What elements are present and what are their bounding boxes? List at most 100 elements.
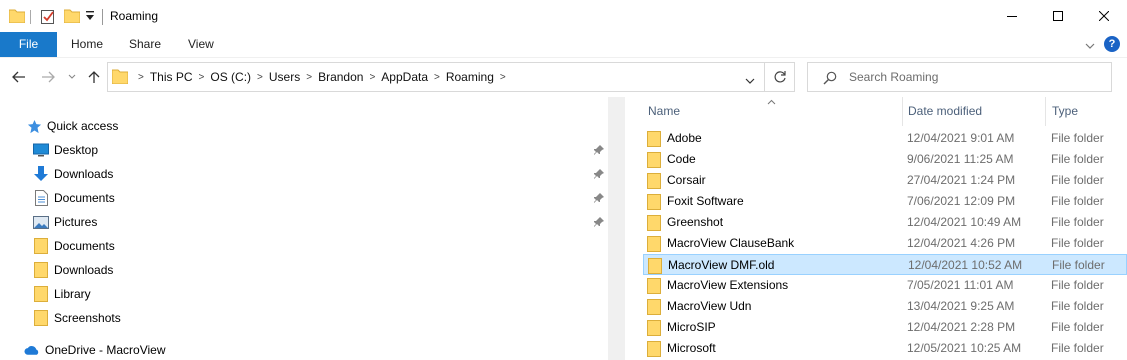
chevron-right-icon[interactable]: > (434, 72, 440, 83)
minimize-button[interactable] (989, 0, 1035, 32)
close-button[interactable] (1081, 0, 1127, 32)
help-icon[interactable]: ? (1104, 36, 1120, 52)
sidebar-item-label: OneDrive - MacroView (45, 343, 166, 357)
sidebar-item-label: Downloads (54, 167, 114, 181)
table-row[interactable]: MacroView Udn 13/04/2021 9:25 AM File fold… (643, 296, 1127, 317)
sidebar-item-desktop[interactable]: Desktop (33, 138, 98, 162)
expand-ribbon-icon[interactable] (1085, 39, 1095, 53)
cloud-icon (24, 342, 40, 358)
sidebar-item-pictures[interactable]: Pictures (33, 210, 97, 234)
download-arrow-icon (33, 166, 49, 182)
table-row[interactable]: MacroView ClauseBank 12/04/2021 4:26 PM Fi… (643, 233, 1127, 254)
file-name: MicroSIP (667, 320, 716, 334)
new-folder-icon[interactable] (63, 9, 81, 26)
table-row[interactable]: MacroView DMF.old 12/04/2021 10:52 AM File… (643, 254, 1127, 275)
chevron-right-icon[interactable]: > (257, 72, 263, 83)
document-icon (33, 190, 49, 206)
table-row[interactable]: Foxit Software 7/06/2021 12:09 PM File fol… (643, 191, 1127, 212)
file-type: File folder (1051, 320, 1104, 334)
recent-locations-icon[interactable] (64, 69, 80, 85)
sidebar-item-label: Downloads (54, 263, 114, 277)
table-row[interactable]: Adobe 12/04/2021 9:01 AM File folder (643, 128, 1127, 149)
sidebar-item-label: Pictures (54, 215, 98, 229)
tab-view[interactable]: View (188, 32, 214, 57)
sort-ascending-icon (767, 94, 776, 108)
customize-quick-access-icon[interactable] (85, 10, 95, 25)
pin-icon[interactable] (594, 192, 604, 206)
file-type: File folder (1051, 194, 1104, 208)
sidebar-item-label: Documents (54, 239, 115, 253)
file-date-modified: 7/05/2021 11:01 AM (907, 278, 1014, 292)
file-date-modified: 7/06/2021 12:09 PM (907, 194, 1016, 208)
file-type: File folder (1051, 278, 1104, 292)
tab-share[interactable]: Share (129, 32, 161, 57)
sidebar-item-downloads-folder[interactable]: Downloads (33, 258, 113, 282)
pin-icon[interactable] (594, 216, 604, 230)
sidebar-item-label: Quick access (47, 119, 119, 133)
folder-icon (647, 173, 661, 192)
column-separator[interactable] (1045, 97, 1046, 126)
table-row[interactable]: MacroView Extensions 7/05/2021 11:01 AM Fi… (643, 275, 1127, 296)
title-bar: Roaming (0, 0, 1127, 32)
chevron-right-icon[interactable]: > (306, 72, 312, 83)
pictures-icon (33, 214, 49, 230)
file-date-modified: 12/05/2021 10:25 AM (907, 341, 1022, 355)
sidebar-item-library[interactable]: Library (33, 282, 91, 306)
chevron-right-icon[interactable]: > (369, 72, 375, 83)
sidebar-item-screenshots[interactable]: Screenshots (33, 306, 121, 330)
folder-icon (647, 320, 661, 339)
up-button[interactable] (86, 69, 102, 85)
forward-button[interactable] (40, 69, 56, 85)
file-date-modified: 12/04/2021 10:49 AM (907, 215, 1022, 229)
sidebar-item-onedrive[interactable]: OneDrive - MacroView (24, 338, 165, 360)
table-row[interactable]: Microsoft 12/05/2021 10:25 AM File folder (643, 338, 1127, 359)
table-row[interactable]: Corsair 27/04/2021 1:24 PM File folder (643, 170, 1127, 191)
folder-icon (33, 262, 49, 278)
breadcrumb-os-c[interactable]: OS (C:) (210, 70, 251, 84)
folder-icon (647, 278, 661, 297)
sidebar-item-quick-access[interactable]: Quick access (26, 114, 118, 138)
address-bar[interactable]: > This PC > OS (C:) > Users > Brandon > … (107, 62, 765, 92)
file-type: File folder (1051, 152, 1104, 166)
breadcrumb-this-pc[interactable]: This PC (150, 70, 193, 84)
breadcrumb-users[interactable]: Users (269, 70, 300, 84)
folder-icon (33, 238, 49, 254)
tab-home[interactable]: Home (71, 32, 103, 57)
chevron-right-icon[interactable]: > (199, 72, 205, 83)
column-header-date-modified[interactable]: Date modified (908, 97, 982, 126)
chevron-right-icon[interactable]: > (500, 72, 506, 83)
breadcrumb-brandon[interactable]: Brandon (318, 70, 363, 84)
sidebar-item-label: Documents (54, 191, 115, 205)
breadcrumb-roaming[interactable]: Roaming (446, 70, 494, 84)
search-input[interactable]: Search Roaming (807, 62, 1112, 92)
desktop-icon (33, 142, 49, 158)
pane-splitter[interactable] (608, 97, 625, 360)
sidebar-item-documents[interactable]: Documents (33, 234, 115, 258)
pin-icon[interactable] (594, 144, 604, 158)
pin-icon[interactable] (594, 168, 604, 182)
back-button[interactable] (11, 69, 27, 85)
folder-icon (647, 152, 661, 171)
column-header-name[interactable]: Name (648, 97, 680, 126)
file-date-modified: 9/06/2021 11:25 AM (907, 152, 1014, 166)
table-row[interactable]: Greenshot 12/04/2021 10:49 AM File folder (643, 212, 1127, 233)
address-dropdown-icon[interactable] (745, 74, 755, 88)
sidebar-item-downloads[interactable]: Downloads (33, 162, 113, 186)
column-separator[interactable] (902, 97, 903, 126)
maximize-button[interactable] (1035, 0, 1081, 32)
sidebar-item-label: Desktop (54, 143, 99, 157)
star-icon (26, 118, 42, 134)
breadcrumb-appdata[interactable]: AppData (381, 70, 428, 84)
column-header-type[interactable]: Type (1052, 97, 1078, 126)
refresh-button[interactable] (765, 62, 795, 92)
table-row[interactable]: MicroSIP 12/04/2021 2:28 PM File folder (643, 317, 1127, 338)
file-type: File folder (1051, 131, 1104, 145)
table-row[interactable]: Code 9/06/2021 11:25 AM File folder (643, 149, 1127, 170)
file-name: Adobe (667, 131, 702, 145)
chevron-right-icon: > (138, 71, 144, 83)
properties-icon[interactable] (40, 9, 56, 28)
file-name: MacroView Extensions (667, 278, 789, 292)
sidebar-item-documents-pinned[interactable]: Documents (33, 186, 115, 210)
file-name: Corsair (667, 173, 706, 187)
tab-file[interactable]: File (0, 32, 57, 57)
